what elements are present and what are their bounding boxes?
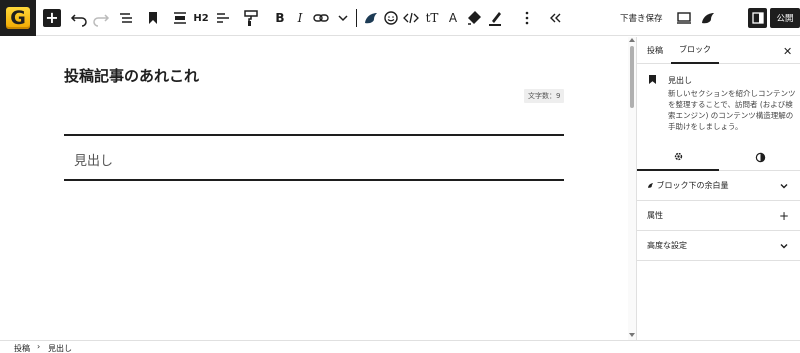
site-logo[interactable]: G	[0, 0, 36, 36]
highlight-button[interactable]	[463, 0, 485, 36]
tt-type-icon: tT	[425, 11, 439, 25]
link-icon	[313, 14, 329, 22]
chevron-down-icon	[338, 15, 348, 22]
text-align-button[interactable]	[212, 0, 234, 36]
bird-format-button[interactable]	[360, 0, 382, 36]
block-card-title: 見出し	[668, 76, 692, 85]
tab-post[interactable]: 投稿	[647, 37, 663, 64]
settings-sidebar-toggle[interactable]	[748, 8, 767, 28]
tab-styles[interactable]	[719, 143, 800, 171]
emoji-button[interactable]	[380, 0, 402, 36]
scroll-down-arrow-icon[interactable]	[629, 333, 635, 337]
chevron-right-icon: ›	[37, 342, 41, 351]
highlighter-icon	[468, 11, 481, 25]
preview-button[interactable]	[673, 0, 695, 36]
more-vertical-icon	[525, 11, 529, 25]
more-formats-button[interactable]	[332, 0, 354, 36]
letter-a-icon: A	[448, 11, 458, 25]
bookmark-icon	[149, 12, 157, 24]
code-icon	[403, 12, 419, 24]
editor-scrollbar[interactable]	[628, 37, 636, 340]
bold-button[interactable]: B	[269, 0, 291, 36]
collapse-toolbar-button[interactable]	[544, 0, 566, 36]
word-count-badge: 文字数：9	[524, 89, 565, 103]
gear-icon	[674, 152, 682, 160]
panel-label: ブロック下の余白量	[647, 180, 729, 191]
scroll-up-arrow-icon[interactable]	[629, 38, 635, 42]
block-card: 見出し 新しいセクションを紹介しコンテンツを整理することで、訪問者 (および検索…	[637, 65, 800, 143]
align-icon	[174, 12, 186, 24]
undo-icon	[70, 14, 87, 27]
sidebar-icon	[751, 12, 764, 24]
close-icon[interactable]: ✕	[783, 45, 792, 58]
font-family-button[interactable]: A	[442, 0, 464, 36]
tab-settings[interactable]	[637, 143, 719, 171]
redo-button[interactable]	[90, 0, 112, 36]
desktop-icon	[677, 12, 691, 24]
half-circle-icon	[755, 152, 765, 162]
heading-text[interactable]: 見出し	[74, 150, 113, 169]
logo-g-icon: G	[6, 7, 30, 29]
bird-icon	[702, 13, 714, 24]
inspector-tabs	[637, 143, 800, 171]
plus-icon: +	[43, 9, 61, 27]
plus-icon[interactable]: +	[779, 209, 789, 223]
redo-icon	[93, 14, 110, 27]
add-block-button[interactable]: +	[43, 0, 61, 36]
toolbar-divider	[356, 9, 357, 27]
paint-roller-icon	[244, 10, 258, 26]
panel-attributes[interactable]: 属性 +	[637, 201, 800, 231]
panel-label: 属性	[647, 211, 663, 220]
panel-label: 高度な設定	[647, 241, 687, 250]
tab-block[interactable]: ブロック	[671, 37, 719, 64]
list-view-icon	[120, 13, 132, 23]
text-color-button[interactable]	[484, 0, 506, 36]
chevron-down-icon[interactable]	[779, 241, 789, 251]
bird-icon	[647, 183, 654, 188]
save-draft-button[interactable]: 下書き保存	[620, 12, 663, 24]
italic-button[interactable]: I	[289, 0, 311, 36]
h2-label: H2	[193, 12, 209, 24]
scroll-thumb[interactable]	[630, 46, 634, 108]
text-align-icon	[217, 13, 229, 23]
bookmark-icon	[649, 75, 656, 84]
bird-plugin-button[interactable]	[697, 0, 719, 36]
paint-roller-button[interactable]	[240, 0, 262, 36]
undo-button[interactable]	[68, 0, 90, 36]
top-toolbar: G + H2 B I tT A 下書き保存 公開	[0, 0, 800, 36]
block-editor: G + H2 B I tT A 下書き保存 公開 投稿記事のあれこれ 文字数：9…	[0, 0, 800, 353]
link-button[interactable]	[310, 0, 332, 36]
chevron-down-icon[interactable]	[779, 181, 789, 191]
post-title[interactable]: 投稿記事のあれこれ	[64, 65, 199, 86]
list-view-button[interactable]	[114, 0, 136, 36]
block-align-button[interactable]	[169, 0, 191, 36]
sidebar-tabs: 投稿 ブロック ✕	[637, 37, 800, 64]
settings-sidebar: 投稿 ブロック ✕ 見出し 新しいセクションを紹介しコンテンツを整理することで、…	[636, 37, 800, 340]
panel-advanced[interactable]: 高度な設定	[637, 231, 800, 261]
block-card-description: 新しいセクションを紹介しコンテンツを整理することで、訪問者 (および検索エンジン…	[668, 89, 796, 131]
breadcrumb-item-post[interactable]: 投稿	[14, 343, 30, 353]
inline-code-button[interactable]	[400, 0, 422, 36]
italic-icon: I	[297, 11, 303, 25]
publish-button[interactable]: 公開	[770, 8, 800, 28]
bold-icon: B	[275, 11, 285, 25]
bookmark-button[interactable]	[142, 0, 164, 36]
panel-block-margin[interactable]: ブロック下の余白量	[637, 171, 800, 201]
font-size-button[interactable]: tT	[421, 0, 443, 36]
marker-icon	[489, 12, 501, 26]
bird-icon	[365, 13, 377, 24]
breadcrumb-item-heading[interactable]: 見出し	[48, 343, 72, 353]
heading-level-button[interactable]: H2	[190, 0, 212, 36]
heading-block[interactable]: 見出し	[64, 134, 564, 181]
double-chevron-left-icon	[550, 13, 561, 23]
block-options-button[interactable]	[516, 0, 538, 36]
editor-canvas[interactable]: 投稿記事のあれこれ 文字数：9 見出し	[0, 37, 628, 340]
smiley-icon	[384, 11, 398, 25]
breadcrumb: 投稿 › 見出し	[0, 340, 800, 353]
